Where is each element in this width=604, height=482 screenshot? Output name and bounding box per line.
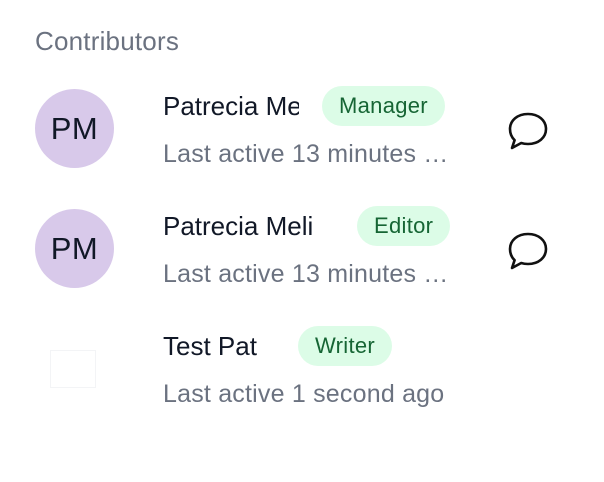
role-badge: Manager: [322, 86, 445, 126]
name-line: Patrecia Meli Editor: [163, 206, 451, 246]
chat-bubble-icon: [508, 232, 548, 270]
contributors-panel: Contributors PM Patrecia Meli Manager La…: [0, 0, 604, 482]
contributor-row: PM Patrecia Meli Editor Last active 13 m…: [0, 200, 604, 310]
role-badge: Writer: [298, 326, 393, 366]
contributor-name: Test Pat: [163, 331, 257, 361]
last-active-text: Last active 1 second ago: [163, 380, 445, 408]
avatar: PM: [35, 209, 114, 288]
message-button[interactable]: [505, 110, 551, 152]
last-active-text: Last active 13 minutes ago: [163, 140, 451, 168]
section-title: Contributors: [35, 26, 180, 56]
last-active-text: Last active 13 minutes ago: [163, 260, 451, 288]
chat-bubble-icon: [508, 112, 548, 150]
avatar: PM: [35, 89, 114, 168]
name-line: Test Pat Writer: [163, 326, 393, 366]
message-button[interactable]: [505, 230, 551, 272]
contributor-name: Patrecia Meli: [163, 91, 299, 121]
role-badge: Editor: [357, 206, 451, 246]
contributor-row: Test Pat Writer Last active 1 second ago: [0, 320, 604, 430]
avatar-placeholder: [50, 350, 96, 388]
contributor-row: PM Patrecia Meli Manager Last active 13 …: [0, 80, 604, 190]
name-line: Patrecia Meli Manager: [163, 86, 445, 126]
contributor-name: Patrecia Meli: [163, 211, 314, 241]
